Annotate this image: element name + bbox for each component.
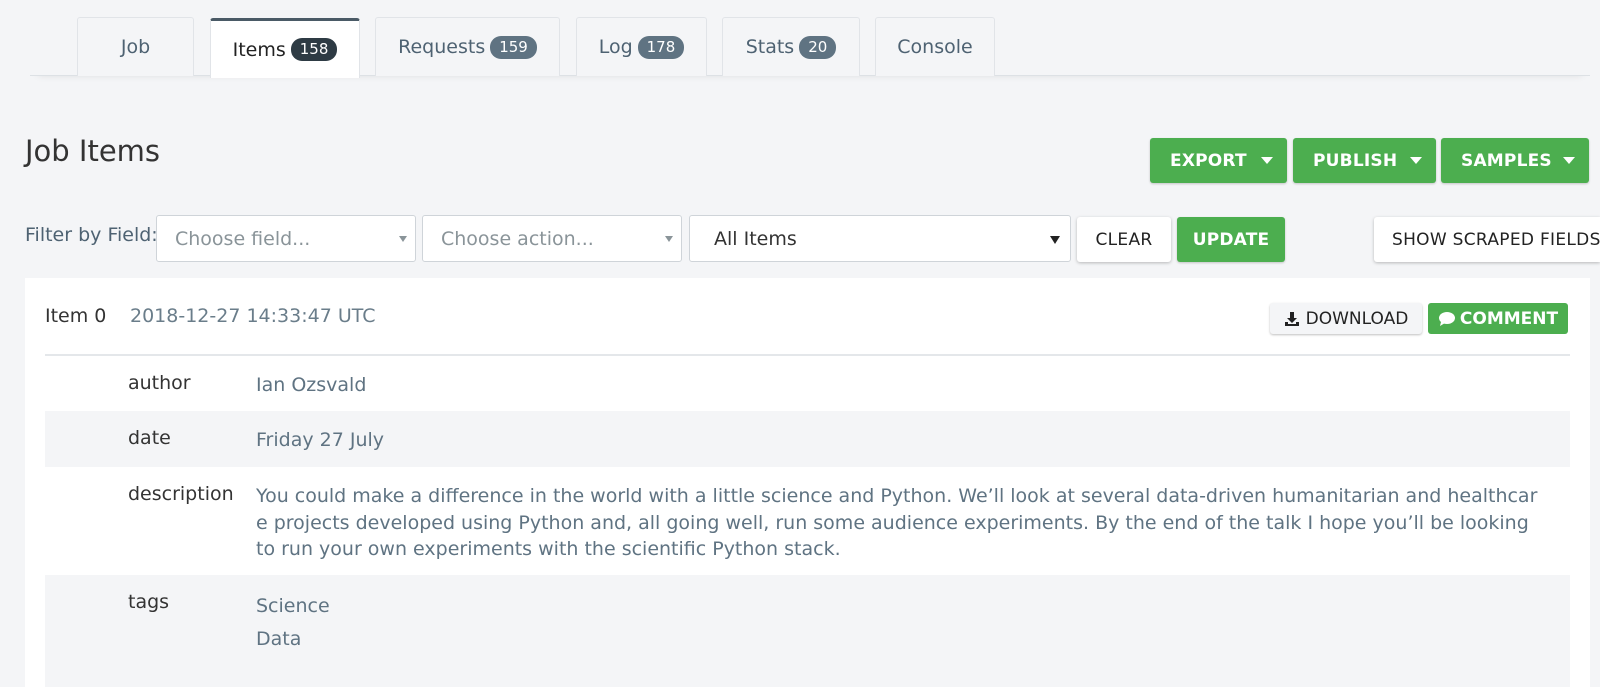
scope-select[interactable]: All Items: [689, 215, 1071, 262]
item-timestamp: 2018-12-27 14:33:47 UTC: [130, 305, 376, 327]
publish-label: PUBLISH: [1313, 150, 1398, 171]
publish-button[interactable]: PUBLISH: [1293, 138, 1436, 183]
show-scraped-fields-button[interactable]: SHOW SCRAPED FIELDS: [1374, 217, 1600, 262]
caret-down-icon: [665, 236, 673, 242]
caret-down-icon: [1261, 157, 1273, 164]
count-badge: 159: [490, 35, 537, 59]
download-button[interactable]: DOWNLOAD: [1270, 303, 1422, 334]
show-scraped-fields-label: SHOW SCRAPED FIELDS: [1392, 229, 1600, 250]
tab-label: Requests: [398, 36, 486, 58]
clear-button[interactable]: CLEAR: [1077, 217, 1171, 262]
field-select-placeholder: Choose field...: [175, 227, 311, 250]
tab-label: Job: [120, 36, 151, 58]
field-select[interactable]: Choose field...: [156, 215, 416, 262]
tab-bar: Job Items 158 Requests 159 Log 178 Stats…: [30, 0, 1590, 78]
tab-stats[interactable]: Stats 20: [722, 17, 860, 76]
comment-icon: [1438, 311, 1456, 327]
field-value: Friday 27 July: [256, 429, 385, 451]
samples-label: SAMPLES: [1461, 150, 1552, 171]
field-row: description You could make a difference …: [45, 467, 1570, 575]
download-label: DOWNLOAD: [1305, 308, 1409, 329]
field-key: tags: [128, 591, 170, 613]
tab-label: Console: [897, 36, 973, 58]
action-select[interactable]: Choose action...: [422, 215, 682, 262]
field-value: Ian Ozsvald: [256, 374, 367, 396]
item-card: Item 0 2018-12-27 14:33:47 UTC DOWNLOAD …: [25, 278, 1590, 687]
download-icon: [1284, 311, 1300, 327]
item-title: Item 0: [45, 305, 107, 327]
caret-down-icon: [1050, 236, 1060, 244]
tab-label: Log: [598, 36, 633, 58]
tab-job[interactable]: Job: [77, 17, 194, 76]
count-badge: 158: [290, 38, 338, 61]
field-value: You could make a difference in the world…: [256, 485, 1538, 560]
field-key: date: [128, 427, 171, 449]
tab-requests[interactable]: Requests 159: [375, 17, 560, 76]
caret-down-icon: [1410, 157, 1422, 164]
clear-label: CLEAR: [1095, 229, 1153, 250]
page-title: Job Items: [25, 134, 161, 168]
tab-log[interactable]: Log 178: [576, 17, 707, 76]
count-badge: 20: [799, 35, 837, 59]
tag-value: Data: [256, 628, 302, 650]
action-select-placeholder: Choose action...: [441, 227, 594, 250]
field-key: description: [128, 483, 234, 505]
export-button[interactable]: EXPORT: [1150, 138, 1287, 183]
export-label: EXPORT: [1170, 150, 1247, 171]
field-row: tags Science Data: [45, 575, 1570, 687]
tab-items[interactable]: Items 158: [210, 18, 360, 78]
update-label: UPDATE: [1192, 229, 1270, 250]
tag-value: Science: [256, 595, 330, 617]
comment-button[interactable]: COMMENT: [1428, 303, 1568, 334]
field-row: author Ian Ozsvald: [45, 356, 1570, 411]
count-badge: 178: [637, 35, 685, 59]
filter-label: Filter by Field:: [25, 224, 158, 246]
samples-button[interactable]: SAMPLES: [1441, 138, 1589, 183]
tab-label: Stats: [745, 36, 795, 58]
caret-down-icon: [399, 236, 407, 242]
tab-label: Items: [232, 38, 286, 61]
field-row: date Friday 27 July: [45, 411, 1570, 467]
comment-label: COMMENT: [1459, 308, 1559, 329]
field-key: author: [128, 372, 191, 394]
scope-select-value: All Items: [714, 227, 797, 250]
tab-console[interactable]: Console: [875, 17, 995, 76]
update-button[interactable]: UPDATE: [1177, 217, 1285, 262]
caret-down-icon: [1563, 157, 1575, 164]
